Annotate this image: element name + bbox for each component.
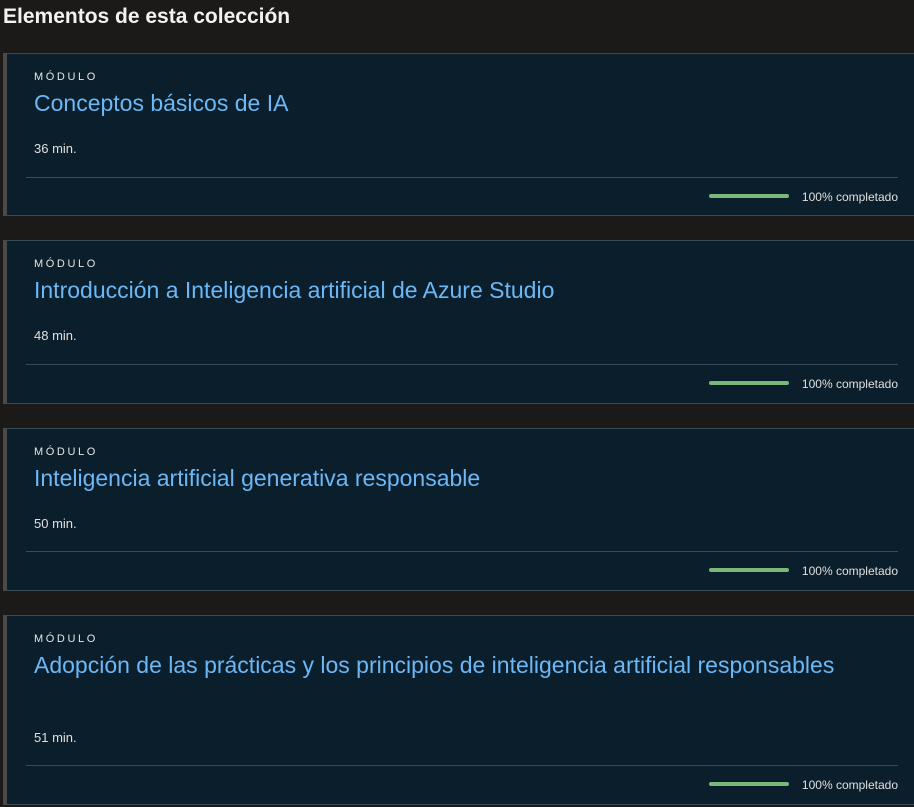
- module-title-link[interactable]: Inteligencia artificial generativa respo…: [34, 464, 854, 492]
- progress-fill: [709, 194, 789, 198]
- progress-fill: [709, 381, 789, 385]
- card-divider: [26, 177, 898, 178]
- card-divider: [26, 364, 898, 365]
- module-title-link[interactable]: Adopción de las prácticas y los principi…: [34, 651, 854, 679]
- progress-label: 100% completado: [801, 377, 898, 391]
- progress-label: 100% completado: [801, 778, 898, 792]
- module-duration: 50 min.: [34, 516, 77, 531]
- module-type-label: MÓDULO: [34, 258, 98, 270]
- module-card[interactable]: MÓDULO Introducción a Inteligencia artif…: [3, 240, 914, 404]
- module-duration: 48 min.: [34, 328, 77, 343]
- module-card[interactable]: MÓDULO Conceptos básicos de IA 36 min. 1…: [3, 53, 914, 216]
- progress-fill: [709, 568, 789, 572]
- module-type-label: MÓDULO: [34, 446, 98, 458]
- progress-bar: [709, 381, 789, 385]
- progress-label: 100% completado: [801, 190, 898, 204]
- progress-bar: [709, 782, 789, 786]
- module-type-label: MÓDULO: [34, 71, 98, 83]
- card-divider: [26, 551, 898, 552]
- module-card[interactable]: MÓDULO Adopción de las prácticas y los p…: [3, 615, 914, 805]
- module-title-link[interactable]: Conceptos básicos de IA: [34, 89, 854, 117]
- module-duration: 36 min.: [34, 141, 77, 156]
- page-title: Elementos de esta colección: [3, 5, 291, 28]
- progress-fill: [709, 782, 789, 786]
- progress-bar: [709, 194, 789, 198]
- progress-label: 100% completado: [801, 564, 898, 578]
- module-type-label: MÓDULO: [34, 633, 98, 645]
- module-duration: 51 min.: [34, 730, 77, 745]
- card-divider: [26, 765, 898, 766]
- progress-bar: [709, 568, 789, 572]
- module-card[interactable]: MÓDULO Inteligencia artificial generativ…: [3, 428, 914, 591]
- module-title-link[interactable]: Introducción a Inteligencia artificial d…: [34, 276, 854, 304]
